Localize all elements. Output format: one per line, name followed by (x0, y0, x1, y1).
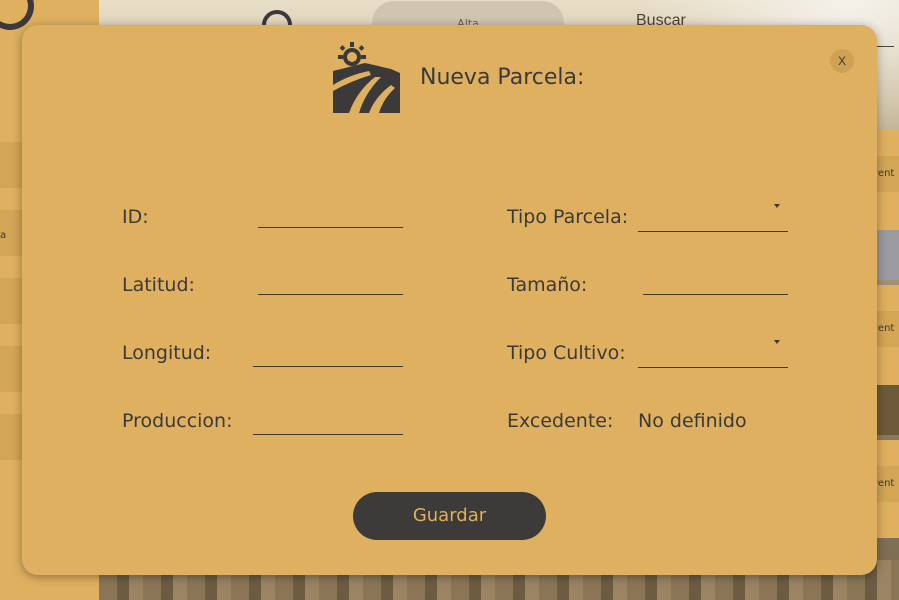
excedente-label: Excedente: (507, 410, 614, 432)
longitud-input[interactable] (253, 338, 403, 367)
farm-field-sun-icon (333, 42, 400, 113)
close-button[interactable]: X (830, 49, 854, 73)
tipo-parcela-label: Tipo Parcela: (507, 206, 629, 228)
tipo-cultivo-select[interactable] (638, 337, 788, 368)
latitud-input[interactable] (258, 266, 403, 295)
tipo-parcela-select[interactable] (638, 201, 788, 232)
chevron-down-icon (774, 340, 780, 344)
id-label: ID: (122, 206, 149, 228)
dialog-title: Nueva Parcela: (420, 65, 585, 90)
longitud-label: Longitud: (122, 342, 212, 364)
tipo-cultivo-label: Tipo Cultivo: (507, 342, 626, 364)
latitud-label: Latitud: (122, 274, 195, 296)
save-button[interactable]: Guardar (353, 492, 546, 540)
produccion-label: Produccion: (122, 410, 233, 432)
excedente-value: No definido (638, 410, 747, 432)
tamano-label: Tamaño: (507, 274, 588, 296)
tamano-input[interactable] (643, 266, 788, 295)
new-parcel-dialog: Nueva Parcela: X ID: Latitud: Longitud: … (22, 25, 877, 575)
sidebar-item-label: a (0, 230, 7, 241)
produccion-input[interactable] (253, 406, 403, 435)
chevron-down-icon (774, 204, 780, 208)
id-input[interactable] (258, 199, 403, 228)
app-logo-icon (0, 0, 34, 30)
